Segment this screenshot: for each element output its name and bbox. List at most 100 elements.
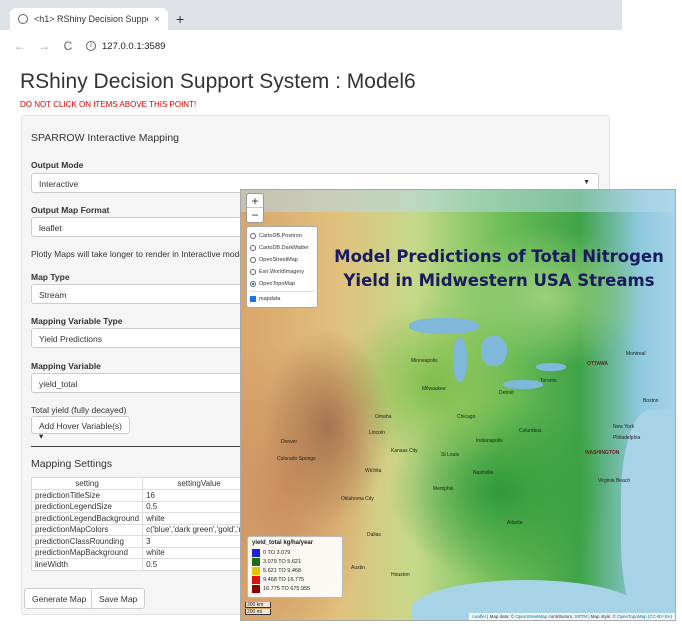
add-hover-variable-button[interactable]: Add Hover Variable(s) ▾ xyxy=(31,416,130,441)
legend-label: 16.775 TO 675.955 xyxy=(263,585,311,592)
setting-value[interactable]: c('blue','dark green','gold','r xyxy=(142,523,256,536)
lake-erie xyxy=(503,380,543,389)
leaflet-link[interactable]: Leaflet xyxy=(472,614,486,619)
city-label: Boston xyxy=(643,398,659,404)
radio-icon[interactable] xyxy=(250,257,256,263)
overlay-option[interactable]: mapdata xyxy=(250,293,314,305)
table-row[interactable]: predictionClassRounding 3 xyxy=(30,535,256,548)
basemap-option[interactable]: CartoDB.DarkMatter xyxy=(250,242,314,254)
table-row[interactable]: predictionMapBackground white xyxy=(30,546,256,559)
reload-icon[interactable]: C xyxy=(62,39,74,53)
osm-link[interactable]: OpenStreetMap xyxy=(515,614,547,619)
setting-value[interactable]: white xyxy=(142,546,256,559)
lake-michigan xyxy=(453,338,467,382)
zoom-out-button[interactable]: − xyxy=(251,208,258,222)
layer-divider xyxy=(250,291,314,292)
map-title-line2: Yield in Midwestern USA Streams xyxy=(343,271,655,290)
basemap-label: CartoDB.Positron xyxy=(259,233,302,239)
legend-label: 5.621 TO 9.468 xyxy=(263,567,302,574)
basemap-label: OpenTopoMap xyxy=(259,281,296,287)
column-header[interactable]: setting xyxy=(30,477,144,490)
setting-value[interactable]: 16 xyxy=(142,489,256,502)
divider xyxy=(31,446,241,447)
table-row[interactable]: predictionLegendBackground white xyxy=(30,512,256,525)
city-label: Dallas xyxy=(367,532,381,538)
city-label: Kansas City xyxy=(391,448,418,454)
legend-item: 0 TO 3.079 xyxy=(252,548,338,557)
radio-icon[interactable] xyxy=(250,233,256,239)
setting-value[interactable]: 3 xyxy=(142,535,256,548)
generate-map-button[interactable]: Generate Map xyxy=(24,588,95,609)
setting-value[interactable]: white xyxy=(142,512,256,525)
lake-huron xyxy=(481,336,507,366)
map-title-line1: Model Predictions of Total Nitrogen xyxy=(334,247,664,266)
setting-name: predictionLegendBackground xyxy=(30,512,144,525)
legend-title: yield_total kg/ha/year xyxy=(252,540,314,546)
opentopomap-link[interactable]: OpenTopoMap (CC-BY-SA) xyxy=(617,614,672,619)
basemap-option[interactable]: CartoDB.Positron xyxy=(250,230,314,242)
mapping-variable-value: yield_total xyxy=(39,379,78,389)
table-row[interactable]: lineWidth 0.5 xyxy=(30,558,256,571)
radio-icon[interactable] xyxy=(250,269,256,275)
legend-item: 3.079 TO 5.621 xyxy=(252,557,338,566)
setting-name: predictionMapColors xyxy=(30,523,144,536)
city-label: Columbus xyxy=(519,428,542,434)
save-map-button[interactable]: Save Map xyxy=(91,588,146,609)
city-label: Detroit xyxy=(499,390,514,396)
radio-icon[interactable] xyxy=(250,245,256,251)
table-row[interactable]: predictionTitleSize 16 xyxy=(30,489,256,502)
plotly-note: Plotly Maps will take longer to render i… xyxy=(31,249,245,259)
city-label: Denver xyxy=(281,439,298,445)
city-label: Colorado Springs xyxy=(277,456,316,462)
zoom-control: + − xyxy=(246,193,264,223)
leaflet-map[interactable]: + − CartoDB.Positron CartoDB.DarkMatter … xyxy=(240,189,676,621)
browser-tab[interactable]: <h1> RShiny Decision Support S × xyxy=(10,8,168,30)
info-icon[interactable]: i xyxy=(86,41,96,51)
setting-value[interactable]: 0.5 xyxy=(142,558,256,571)
city-label: Houston xyxy=(391,572,410,578)
close-icon[interactable]: × xyxy=(154,14,160,25)
lake-ontario xyxy=(536,363,566,371)
column-header[interactable]: settingValue xyxy=(142,477,256,490)
url-text: 127.0.0.1:3589 xyxy=(102,40,166,52)
tab-strip: <h1> RShiny Decision Support S × + xyxy=(0,0,622,30)
canada-area xyxy=(241,190,675,212)
zoom-in-button[interactable]: + xyxy=(247,194,263,208)
output-map-format-value: leaflet xyxy=(39,223,62,233)
attribution-text: contributors, xyxy=(547,614,575,619)
setting-name: lineWidth xyxy=(30,558,144,571)
legend-item: 5.621 TO 9.468 xyxy=(252,566,338,575)
mapping-variable-type-value: Yield Predictions xyxy=(39,334,102,344)
panel-heading: SPARROW Interactive Mapping xyxy=(31,132,180,144)
table-row[interactable]: predictionMapColors c('blue','dark green'… xyxy=(30,523,256,536)
back-icon[interactable]: ← xyxy=(14,39,26,53)
basemap-option[interactable]: Esri.WorldImagery xyxy=(250,266,314,278)
map-type-label: Map Type xyxy=(31,272,70,282)
new-tab-button[interactable]: + xyxy=(176,12,184,26)
table-header-row: setting settingValue xyxy=(30,477,256,490)
output-mode-label: Output Mode xyxy=(31,160,84,170)
output-map-format-label: Output Map Format xyxy=(31,205,110,215)
caret-down-icon: ▼ xyxy=(583,179,590,186)
table-row[interactable]: predictionLegendSize 0.5 xyxy=(30,500,256,513)
legend-label: 9.468 TO 16.775 xyxy=(263,576,305,583)
address-bar[interactable]: i 127.0.0.1:3589 xyxy=(86,41,165,52)
city-label: Virginia Beach xyxy=(598,478,631,484)
basemap-option[interactable]: OpenStreetMap xyxy=(250,254,314,266)
globe-icon xyxy=(18,14,28,24)
radio-selected-icon[interactable] xyxy=(250,281,256,287)
city-label: Montreal xyxy=(626,351,646,357)
srtm-link[interactable]: SRTM xyxy=(574,614,587,619)
forward-icon[interactable]: → xyxy=(38,39,50,53)
map-title: Model Predictions of Total Nitrogen Yiel… xyxy=(319,245,675,293)
setting-value[interactable]: 0.5 xyxy=(142,500,256,513)
atlantic-ocean xyxy=(621,410,675,620)
basemap-option[interactable]: OpenTopoMap xyxy=(250,278,314,290)
scale-bar: 300 km 200 mi xyxy=(245,602,271,616)
layer-control: CartoDB.Positron CartoDB.DarkMatter Open… xyxy=(246,226,318,308)
settings-table[interactable]: setting settingValue predictionTitleSize… xyxy=(30,477,256,571)
checkbox-icon[interactable] xyxy=(250,296,256,302)
attribution-text: | Map data: © xyxy=(485,614,516,619)
map-legend: yield_total kg/ha/year 0 TO 3.079 3.079 … xyxy=(247,536,343,598)
city-label: Memphis xyxy=(433,486,454,492)
